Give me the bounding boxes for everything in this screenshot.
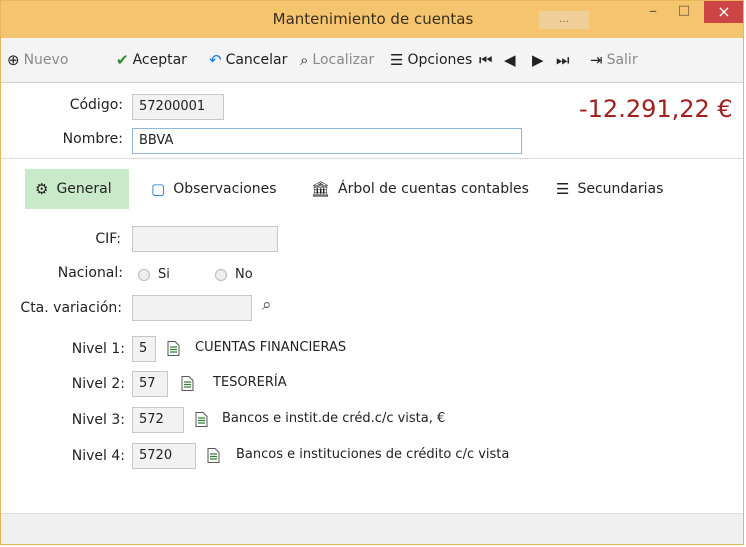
close-button[interactable]: × (704, 1, 743, 23)
maximize-button[interactable]: □ (669, 1, 699, 23)
plus-circle-icon: ⊕ (7, 50, 20, 69)
nivel-2-text: TESORERÍA (213, 375, 287, 390)
prev-icon: ◀ (504, 50, 516, 69)
tab-bar: ⚙ General ▢ Observaciones 🏛 Árbol de cue… (1, 166, 743, 212)
tab-observaciones[interactable]: ▢ Observaciones (151, 169, 277, 209)
radio-si-indicator (138, 268, 150, 281)
nivel-4-code[interactable]: 5720 (132, 443, 196, 469)
cancel-label: Cancelar (225, 52, 288, 68)
document-icon (195, 412, 208, 427)
tab-secundarias-label: Secundarias (577, 181, 664, 197)
next-icon: ▶ (532, 50, 544, 69)
title-chip: ... (539, 11, 589, 29)
header-divider (1, 158, 743, 159)
tab-arbol-cuentas-label: Árbol de cuentas contables (338, 181, 529, 197)
accept-label: Aceptar (132, 52, 187, 68)
window-title: Mantenimiento de cuentas (272, 10, 474, 28)
list-icon: ☰ (390, 50, 404, 69)
last-button[interactable]: ⏭ (556, 50, 570, 70)
codigo-field[interactable]: 57200001 (132, 94, 224, 120)
codigo-label: Código: (69, 97, 123, 113)
cancel-button[interactable]: ↶ Cancelar (209, 50, 287, 70)
tab-general[interactable]: ⚙ General (25, 169, 129, 209)
nivel-3-label: Nivel 3: (71, 412, 125, 428)
undo-icon: ↶ (209, 50, 222, 69)
balance-amount: -12.291,22 € (579, 95, 733, 123)
nombre-field[interactable]: BBVA (132, 128, 522, 154)
speech-bubble-icon: ▢ (151, 179, 166, 198)
options-label: Opciones (407, 52, 473, 68)
toolbar: ⊕ Nuevo ✔ Aceptar ↶ Cancelar ⌕ Localizar… (1, 38, 743, 83)
exit-icon: ⇥ (590, 50, 603, 69)
bank-user-icon: 🏛 (311, 179, 331, 198)
list-doc-icon: ☰ (556, 179, 570, 198)
next-button[interactable]: ▶ (532, 50, 544, 70)
search-icon: ⌕ (300, 50, 309, 69)
first-button[interactable]: ⏮ (479, 50, 493, 70)
accept-button[interactable]: ✔ Aceptar (116, 50, 187, 70)
cif-label: CIF: (95, 231, 121, 247)
nivel-1-label: Nivel 1: (71, 341, 125, 357)
cta-variacion-field[interactable] (132, 295, 252, 321)
prev-button[interactable]: ◀ (504, 50, 516, 70)
document-icon (207, 448, 220, 463)
nivel-2-label: Nivel 2: (71, 376, 125, 392)
nivel-3-text: Bancos e instit.de créd.c/c vista, € (222, 411, 446, 426)
exit-label: Salir (606, 52, 638, 68)
last-icon: ⏭ (556, 50, 570, 69)
radio-no[interactable]: No (215, 267, 253, 282)
nacional-label: Nacional: (57, 265, 123, 281)
nivel-1-code[interactable]: 5 (132, 336, 156, 362)
nivel-3-code[interactable]: 572 (132, 407, 184, 433)
search-icon[interactable]: ⌕ (262, 297, 272, 314)
gears-icon: ⚙ (35, 179, 49, 198)
first-icon: ⏮ (479, 50, 493, 69)
nivel-4-label: Nivel 4: (71, 448, 125, 464)
nivel-4-text: Bancos e instituciones de crédito c/c vi… (236, 447, 510, 462)
radio-no-indicator (215, 268, 227, 281)
tab-secundarias[interactable]: ☰ Secundarias (556, 169, 663, 209)
status-bar (1, 513, 743, 544)
radio-no-label: No (235, 267, 253, 282)
nombre-label: Nombre: (62, 131, 123, 147)
document-icon (181, 376, 194, 391)
new-button[interactable]: ⊕ Nuevo (7, 50, 68, 70)
search-button[interactable]: ⌕ Localizar (300, 50, 374, 70)
nivel-1-text: CUENTAS FINANCIERAS (195, 340, 347, 355)
radio-si-label: Si (158, 267, 170, 282)
new-label: Nuevo (23, 52, 69, 68)
document-icon (167, 341, 180, 356)
minimize-button[interactable]: – (638, 1, 668, 23)
tab-general-label: General (56, 181, 112, 197)
exit-button[interactable]: ⇥ Salir (590, 50, 638, 70)
options-button[interactable]: ☰ Opciones (390, 50, 472, 70)
tab-observaciones-label: Observaciones (173, 181, 277, 197)
tab-arbol-cuentas[interactable]: 🏛 Árbol de cuentas contables (311, 169, 529, 209)
cif-field[interactable] (132, 226, 278, 252)
title-bar[interactable]: Mantenimiento de cuentas ... – □ × (1, 1, 743, 38)
radio-si[interactable]: Si (138, 267, 170, 282)
main-window: Mantenimiento de cuentas ... – □ × ⊕ Nue… (0, 0, 744, 545)
check-icon: ✔ (116, 50, 129, 69)
search-label: Localizar (312, 52, 375, 68)
nivel-2-code[interactable]: 57 (132, 371, 168, 397)
cta-variacion-label: Cta. variación: (20, 300, 122, 316)
